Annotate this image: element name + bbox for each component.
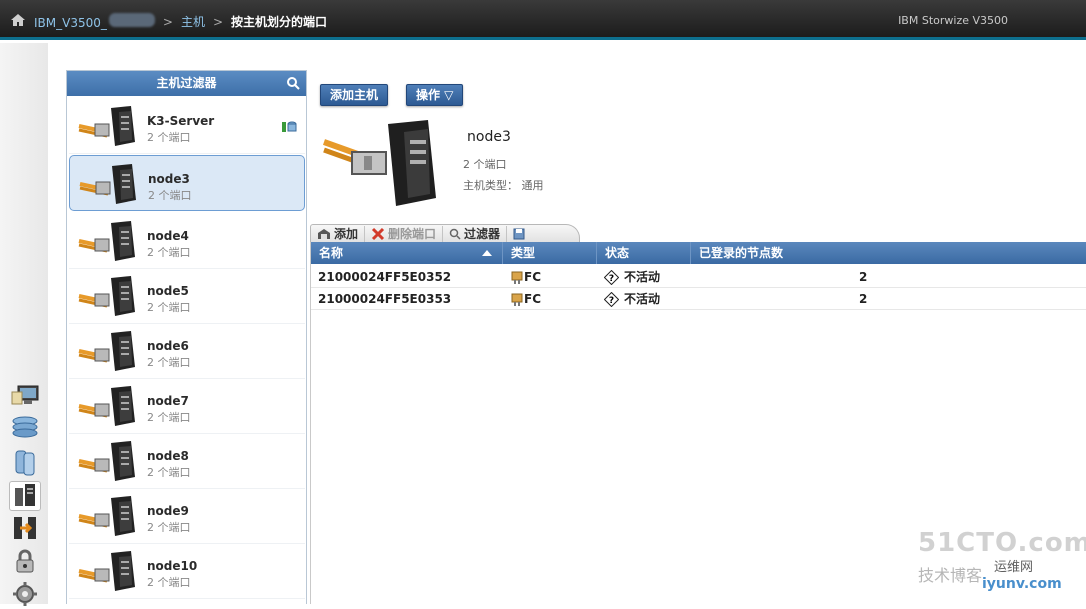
- port-type-cell: FC: [524, 270, 542, 284]
- host-name: node4: [147, 229, 189, 243]
- settings-nav-icon[interactable]: [9, 579, 41, 609]
- logged-in-nodes-cell: 2: [859, 292, 868, 306]
- server-icon: [79, 164, 136, 204]
- host-filter-title: 主机过滤器: [156, 76, 217, 90]
- host-port-count: 2 个端口: [147, 466, 191, 479]
- home-icon[interactable]: [10, 12, 26, 28]
- host-name: K3-Server: [147, 114, 215, 128]
- filter-search-icon: [449, 228, 461, 240]
- host-name: node3: [148, 172, 190, 186]
- host-port-count: 2 个端口: [147, 411, 191, 424]
- breadcrumb-separator: >: [162, 14, 173, 29]
- port-type-cell: FC: [524, 292, 542, 306]
- table-row[interactable]: 21000024FF5E0353 FC ? 不活动 2: [311, 288, 1086, 310]
- column-header-status[interactable]: 状态: [597, 242, 691, 264]
- add-host-button[interactable]: 添加主机: [320, 84, 389, 106]
- host-list-item[interactable]: node4 2 个端口: [69, 213, 305, 269]
- host-port-count: 2 个端口: [148, 189, 192, 202]
- copy-services-nav-icon[interactable]: [9, 513, 41, 543]
- host-list-item[interactable]: node8 2 个端口: [69, 433, 305, 489]
- column-header-logged-in-nodes[interactable]: 已登录的节点数: [691, 242, 1086, 264]
- host-filter-header: 主机过滤器: [67, 71, 306, 96]
- host-detail-port-count: 2 个端口: [463, 158, 507, 171]
- breadcrumb: IBM_V3500_ > 主机 > 按主机划分的端口: [34, 13, 327, 30]
- host-detail-type: 主机类型： 通用: [463, 179, 544, 192]
- host-name: node8: [147, 449, 189, 463]
- server-icon: [78, 441, 135, 481]
- host-name: node10: [147, 559, 198, 573]
- add-port-icon: [318, 228, 330, 239]
- port-name-cell: 21000024FF5E0352: [318, 270, 452, 284]
- server-icon: [78, 496, 135, 536]
- volumes-nav-icon[interactable]: [9, 447, 41, 477]
- server-icon: [78, 551, 135, 591]
- table-row[interactable]: 21000024FF5E0352 FC ? 不活动 2: [311, 266, 1086, 288]
- add-port-button[interactable]: 添加: [311, 225, 366, 242]
- host-filter-panel: 主机过滤器 K3-Server 2 个端口 node3 2 个端口 node4 …: [66, 70, 307, 604]
- host-port-count: 2 个端口: [147, 246, 191, 259]
- svg-text:?: ?: [609, 274, 614, 284]
- breadcrumb-current: 按主机划分的端口: [231, 15, 328, 29]
- delete-port-button[interactable]: 删除端口: [365, 225, 444, 242]
- host-name: node7: [147, 394, 189, 408]
- host-list-item[interactable]: node5 2 个端口: [69, 268, 305, 324]
- top-bar: IBM_V3500_ > 主机 > 按主机划分的端口 IBM Storwize …: [0, 0, 1086, 40]
- server-icon: [78, 221, 135, 261]
- host-detail-name: node3: [467, 129, 511, 145]
- server-icon: [78, 386, 135, 426]
- host-port-count: 2 个端口: [147, 131, 191, 144]
- filter-button[interactable]: 过滤器: [443, 225, 508, 242]
- host-port-count: 2 个端口: [147, 521, 191, 534]
- product-name: IBM Storwize V3500: [898, 14, 1008, 27]
- save-icon: [513, 228, 525, 239]
- hosts-nav-icon[interactable]: [9, 481, 41, 511]
- access-nav-icon[interactable]: [9, 547, 41, 577]
- breadcrumb-hosts[interactable]: 主机: [181, 13, 205, 30]
- svg-text:?: ?: [609, 296, 614, 306]
- host-list-item[interactable]: node6 2 个端口: [69, 323, 305, 379]
- host-list-item-selected[interactable]: node3 2 个端口: [69, 155, 305, 211]
- port-status-cell: 不活动: [624, 270, 661, 284]
- inactive-status-icon: ?: [604, 292, 619, 307]
- breadcrumb-system[interactable]: IBM_V3500_: [34, 13, 155, 30]
- breadcrumb-separator: >: [212, 14, 224, 29]
- delete-icon: [371, 227, 385, 240]
- nav-rail: [0, 43, 48, 606]
- host-list-item[interactable]: K3-Server 2 个端口: [69, 98, 305, 154]
- host-name: node5: [147, 284, 189, 298]
- host-list-item[interactable]: node10 2 个端口: [69, 543, 305, 599]
- monitoring-nav-icon[interactable]: [9, 381, 41, 411]
- server-icon: [78, 331, 135, 371]
- server-icon: [78, 276, 135, 316]
- operations-dropdown-button[interactable]: 操作 ▽: [406, 84, 464, 106]
- table-header: 名称 类型 状态 已登录的节点数: [311, 242, 1086, 264]
- server-icon: [78, 106, 135, 146]
- fc-port-icon: [511, 271, 523, 284]
- column-header-name[interactable]: 名称: [311, 242, 503, 264]
- host-port-count: 2 个端口: [147, 301, 191, 314]
- host-port-count: 2 个端口: [147, 576, 191, 589]
- server-icon: [322, 120, 436, 206]
- column-header-type[interactable]: 类型: [503, 242, 597, 264]
- watermark: 51CTO.com 技术博客 运维网 iyunv.com: [918, 528, 1086, 592]
- sort-ascending-icon: [482, 250, 492, 256]
- port-name-cell: 21000024FF5E0353: [318, 292, 452, 306]
- save-view-button[interactable]: [507, 226, 531, 242]
- host-name: node6: [147, 339, 189, 353]
- host-list-item[interactable]: node9 2 个端口: [69, 488, 305, 544]
- search-icon[interactable]: [286, 76, 300, 90]
- host-status-icon: [282, 121, 297, 132]
- host-name: node9: [147, 504, 189, 518]
- logged-in-nodes-cell: 2: [859, 270, 868, 284]
- fc-port-icon: [511, 293, 523, 306]
- port-toolbar: 添加 删除端口 过滤器: [310, 224, 580, 242]
- host-port-count: 2 个端口: [147, 356, 191, 369]
- host-list-item[interactable]: node7 2 个端口: [69, 378, 305, 434]
- port-status-cell: 不活动: [624, 292, 661, 306]
- inactive-status-icon: ?: [604, 270, 619, 285]
- pools-nav-icon[interactable]: [9, 413, 41, 443]
